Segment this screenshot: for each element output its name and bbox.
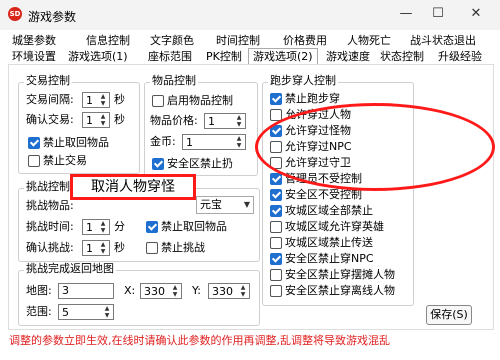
trade-interval-unit: 秒 bbox=[114, 93, 125, 106]
challenge-time-label: 挑战时间: bbox=[26, 220, 74, 233]
items-group-title: 物品控制 bbox=[150, 74, 198, 87]
stepper-arrows-icon[interactable]: ▲ ▼ bbox=[98, 113, 108, 127]
annotation-callout: 取消人物穿怪 bbox=[70, 174, 196, 200]
checkbox-empty-icon bbox=[146, 242, 158, 254]
challenge-time-unit: 分 bbox=[114, 220, 125, 233]
run-option-checkbox[interactable]: 禁止跑步穿 bbox=[270, 92, 340, 106]
trade-interval-stepper[interactable]: 1 ▲ ▼ bbox=[82, 92, 110, 108]
checkbox-checked-icon bbox=[270, 173, 282, 185]
return-y-stepper[interactable]: 330 ▲ ▼ bbox=[208, 283, 250, 299]
return-map-input[interactable]: 3 bbox=[58, 283, 114, 299]
checkbox-empty-icon bbox=[28, 155, 40, 167]
tab-pk[interactable]: PK控制 bbox=[206, 50, 242, 64]
run-option-checkbox[interactable]: 安全区禁止穿摆摊人物 bbox=[270, 268, 395, 282]
app-logo-icon: SD bbox=[8, 7, 22, 21]
run-option-checkbox[interactable]: 安全区禁止穿离线人物 bbox=[270, 284, 395, 298]
run-option-checkbox[interactable]: 安全区不受控制 bbox=[270, 188, 362, 202]
challenge-confirm-unit: 秒 bbox=[114, 241, 125, 254]
checkbox-empty-icon bbox=[270, 269, 282, 281]
return-x-label: X: bbox=[124, 284, 136, 297]
highlight-circle bbox=[255, 103, 495, 191]
tab-status[interactable]: 状态控制 bbox=[380, 50, 424, 64]
minimize-button[interactable]: — bbox=[396, 5, 416, 23]
trade-confirm-stepper[interactable]: 1 ▲ ▼ bbox=[82, 112, 110, 128]
checkbox-checked-icon bbox=[270, 205, 282, 217]
tab-text-color[interactable]: 文字颜色 bbox=[150, 34, 194, 48]
items-price-label: 物品价格: bbox=[150, 114, 198, 127]
tab-info[interactable]: 信息控制 bbox=[86, 34, 130, 48]
challenge-no-pickup-checkbox[interactable]: 禁止取回物品 bbox=[146, 220, 227, 234]
challenge-time-stepper[interactable]: 1 ▲ ▼ bbox=[82, 219, 110, 235]
stepper-arrows-icon[interactable]: ▲ ▼ bbox=[234, 114, 244, 128]
stepper-arrows-icon[interactable]: ▲ ▼ bbox=[234, 135, 244, 149]
checkbox-checked-icon bbox=[146, 221, 158, 233]
title-bar: SD 游戏参数 — ☐ ✕ bbox=[0, 0, 500, 30]
challenge-item-label: 挑战物品: bbox=[26, 199, 74, 212]
run-group-title: 跑步穿人控制 bbox=[268, 74, 338, 87]
return-range-label: 范围: bbox=[26, 305, 52, 318]
checkbox-empty-icon bbox=[270, 221, 282, 233]
close-button[interactable]: ✕ bbox=[466, 5, 486, 23]
trade-no-pickup-checkbox[interactable]: 禁止取回物品 bbox=[28, 136, 109, 150]
return-map-label: 地图: bbox=[26, 284, 52, 297]
trade-interval-label: 交易间隔: bbox=[26, 93, 74, 106]
tab-castle[interactable]: 城堡参数 bbox=[12, 34, 56, 48]
checkbox-empty-icon bbox=[152, 95, 164, 107]
trade-confirm-label: 确认交易: bbox=[26, 113, 74, 126]
stepper-arrows-icon[interactable]: ▲ ▼ bbox=[98, 241, 108, 255]
challenge-group-title: 挑战控制 bbox=[24, 180, 72, 193]
checkbox-checked-icon bbox=[152, 158, 164, 170]
tab-options-2[interactable]: 游戏选项(2) bbox=[248, 48, 318, 64]
items-gold-stepper[interactable]: 1 ▲ ▼ bbox=[182, 134, 246, 150]
status-warning: 调整的参数立即生效,在线时请确认此参数的作用再调整,乱调整将导致游戏混乱 bbox=[9, 334, 390, 347]
checkbox-checked-icon bbox=[270, 93, 282, 105]
stepper-arrows-icon[interactable]: ▲ ▼ bbox=[98, 220, 108, 234]
return-map-group-title: 挑战完成返回地图 bbox=[24, 262, 116, 275]
trade-group-title: 交易控制 bbox=[24, 74, 72, 87]
checkbox-empty-icon bbox=[270, 237, 282, 249]
tab-coords[interactable]: 座标范围 bbox=[148, 50, 192, 64]
items-enable-checkbox[interactable]: 启用物品控制 bbox=[152, 94, 233, 108]
run-option-checkbox[interactable]: 攻城区域全部禁止 bbox=[270, 204, 373, 218]
tab-speed[interactable]: 游戏速度 bbox=[326, 50, 370, 64]
return-y-label: Y: bbox=[192, 284, 201, 297]
items-price-stepper[interactable]: 1 ▲ ▼ bbox=[204, 113, 246, 129]
save-button[interactable]: 保存(S) bbox=[426, 305, 472, 325]
items-safe-zone-checkbox[interactable]: 安全区禁止扔 bbox=[152, 157, 233, 171]
challenge-confirm-label: 确认挑战: bbox=[26, 241, 74, 254]
challenge-confirm-stepper[interactable]: 1 ▲ ▼ bbox=[82, 240, 110, 256]
window-title: 游戏参数 bbox=[28, 10, 77, 24]
run-option-checkbox[interactable]: 安全区禁止穿NPC bbox=[270, 252, 374, 266]
return-range-stepper[interactable]: 5 ▲ ▼ bbox=[58, 304, 114, 320]
tab-battle-exit[interactable]: 战斗状态退出 bbox=[410, 34, 476, 48]
checkbox-empty-icon bbox=[270, 285, 282, 297]
tab-level-exp[interactable]: 升级经验 bbox=[438, 50, 482, 64]
tab-environment[interactable]: 环境设置 bbox=[12, 50, 56, 64]
stepper-arrows-icon[interactable]: ▲ ▼ bbox=[170, 284, 180, 298]
stepper-arrows-icon[interactable]: ▲ ▼ bbox=[102, 305, 112, 319]
run-option-checkbox[interactable]: 攻城区域禁止传送 bbox=[270, 236, 373, 250]
stepper-arrows-icon[interactable]: ▲ ▼ bbox=[238, 284, 248, 298]
trade-disable-checkbox[interactable]: 禁止交易 bbox=[28, 154, 87, 168]
challenge-currency-select[interactable]: 元宝 ▼ bbox=[196, 196, 254, 214]
checkbox-checked-icon bbox=[270, 253, 282, 265]
run-option-checkbox[interactable]: 攻城区域允许穿英雄 bbox=[270, 220, 384, 234]
checkbox-checked-icon bbox=[270, 189, 282, 201]
trade-confirm-unit: 秒 bbox=[114, 113, 125, 126]
tab-time[interactable]: 时间控制 bbox=[216, 34, 260, 48]
tab-death[interactable]: 人物死亡 bbox=[347, 34, 391, 48]
challenge-disable-checkbox[interactable]: 禁止挑战 bbox=[146, 241, 205, 255]
chevron-down-icon[interactable]: ▼ bbox=[244, 197, 250, 213]
tab-price[interactable]: 价格费用 bbox=[283, 34, 327, 48]
maximize-button[interactable]: ☐ bbox=[428, 5, 448, 23]
checkbox-checked-icon bbox=[28, 137, 40, 149]
tab-options-1[interactable]: 游戏选项(1) bbox=[68, 50, 128, 64]
return-x-stepper[interactable]: 330 ▲ ▼ bbox=[140, 283, 182, 299]
items-gold-label: 金币: bbox=[150, 135, 176, 148]
stepper-arrows-icon[interactable]: ▲ ▼ bbox=[98, 93, 108, 107]
